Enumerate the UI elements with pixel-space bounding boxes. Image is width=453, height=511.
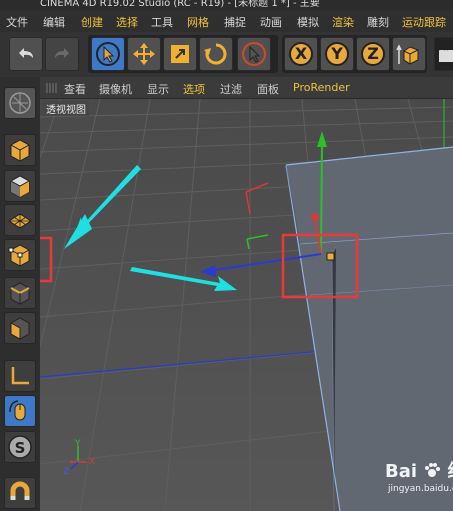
rotate-icon <box>204 43 227 65</box>
viewport-menu-view[interactable]: 查看 <box>64 81 86 97</box>
rotate-button[interactable] <box>199 37 233 71</box>
model-mode-button[interactable] <box>4 134 36 166</box>
baidu-logo-text: Bai <box>385 461 418 482</box>
workplane-mode-button[interactable] <box>4 204 36 236</box>
mouse-icon <box>9 400 26 421</box>
menu-snap[interactable]: 捕捉 <box>224 14 246 30</box>
undo-icon <box>19 48 33 58</box>
snap-button[interactable]: S <box>4 431 36 463</box>
viewport-scene <box>40 99 453 511</box>
viewport-menu-panel[interactable]: 面板 <box>257 81 279 97</box>
polygons-mode-button[interactable] <box>4 312 36 344</box>
undo-button[interactable] <box>9 37 43 71</box>
render-view-button[interactable] <box>434 37 453 71</box>
x-axis-label: X <box>294 44 308 63</box>
make-editable-icon <box>9 92 31 114</box>
z-axis-label: Z <box>367 44 379 63</box>
redo-button[interactable] <box>45 37 79 71</box>
menu-mesh[interactable]: 网格 <box>187 14 209 30</box>
edges-mode-button[interactable] <box>4 277 36 309</box>
live-selection-button[interactable] <box>91 37 125 71</box>
menu-tools[interactable]: 工具 <box>151 14 173 30</box>
origin-x-label: X <box>89 457 96 467</box>
model-cube-icon <box>10 139 30 162</box>
enable-axis-button[interactable] <box>4 360 36 392</box>
cursor-icon <box>242 42 266 66</box>
viewport-menu-prorender[interactable]: ProRender <box>293 81 350 94</box>
recent-tool-button[interactable] <box>237 37 271 71</box>
magnet-tool-button[interactable] <box>4 477 36 509</box>
selection-cursor-icon <box>96 42 120 66</box>
origin-y-label: Y <box>75 439 81 449</box>
points-cube-icon <box>8 244 30 267</box>
svg-text:S: S <box>15 439 26 457</box>
menu-create[interactable]: 创建 <box>81 14 103 30</box>
menu-edit[interactable]: 编辑 <box>43 14 65 30</box>
points-mode-button[interactable] <box>4 239 36 271</box>
snap-s-icon: S <box>8 435 32 459</box>
move-arrows-icon <box>133 43 155 65</box>
grip-icon <box>46 83 57 93</box>
scale-icon <box>171 45 189 63</box>
tweak-mode-button[interactable] <box>4 395 36 427</box>
menu-render[interactable]: 渲染 <box>332 14 354 30</box>
menu-bar: 文件 编辑 创建 选择 工具 网格 捕捉 动画 模拟 渲染 雕刻 运动跟踪 <box>0 10 453 32</box>
menu-file[interactable]: 文件 <box>6 14 28 30</box>
grid-plane-icon <box>8 213 32 229</box>
viewport-menu-bar: 查看 摄像机 显示 选项 过滤 面板 ProRender <box>40 77 453 99</box>
edges-cube-icon <box>10 282 30 305</box>
axis-icon <box>11 367 29 385</box>
title-bar: CINEMA 4D R19.02 Studio (RC - R19) - [未标… <box>0 0 453 10</box>
make-editable-button[interactable] <box>4 87 36 119</box>
viewport-menu-display[interactable]: 显示 <box>147 81 169 97</box>
viewport-menu-filter[interactable]: 过滤 <box>220 81 242 97</box>
y-axis-lock-button[interactable]: Y <box>320 37 354 71</box>
move-button[interactable] <box>127 37 161 71</box>
z-axis-lock-button[interactable]: Z <box>356 37 390 71</box>
coordinate-system-button[interactable] <box>392 37 426 71</box>
x-axis-lock-button[interactable]: X <box>284 37 318 71</box>
origin-z-label: Z <box>63 467 70 477</box>
baidu-brand-text: 经验 <box>448 461 453 482</box>
magnet-icon <box>10 481 30 500</box>
texture-mode-button[interactable] <box>4 170 36 202</box>
menu-select[interactable]: 选择 <box>116 14 138 30</box>
clapper-icon <box>438 44 453 62</box>
scale-button[interactable] <box>163 37 197 71</box>
watermark-url: jingyan.baidu.com <box>388 484 453 494</box>
world-coordinates-icon <box>396 44 419 65</box>
menu-simulate[interactable]: 模拟 <box>297 14 319 30</box>
viewport-menu-cameras[interactable]: 摄像机 <box>99 81 132 97</box>
polygons-cube-icon <box>10 317 30 340</box>
menu-sculpt[interactable]: 雕刻 <box>367 14 389 30</box>
checker-cube-icon <box>10 175 30 198</box>
viewport-name-label: 透视视图 <box>43 101 89 116</box>
perspective-viewport[interactable]: 透视视图 Y X Z Bai 经验 jingyan.baidu.com <box>40 99 453 511</box>
menu-motion-tracking[interactable]: 运动跟踪 <box>402 14 446 30</box>
baidu-watermark: Bai 经验 <box>385 457 453 483</box>
menu-animate[interactable]: 动画 <box>260 14 282 30</box>
redo-icon <box>55 48 69 58</box>
y-axis-label: Y <box>331 44 343 63</box>
left-palette: S <box>0 77 40 511</box>
paw-icon <box>425 463 441 477</box>
main-toolbar: X Y Z <box>0 32 453 77</box>
title-text: CINEMA 4D R19.02 Studio (RC - R19) - [未标… <box>40 0 320 9</box>
viewport-menu-options[interactable]: 选项 <box>183 81 205 97</box>
